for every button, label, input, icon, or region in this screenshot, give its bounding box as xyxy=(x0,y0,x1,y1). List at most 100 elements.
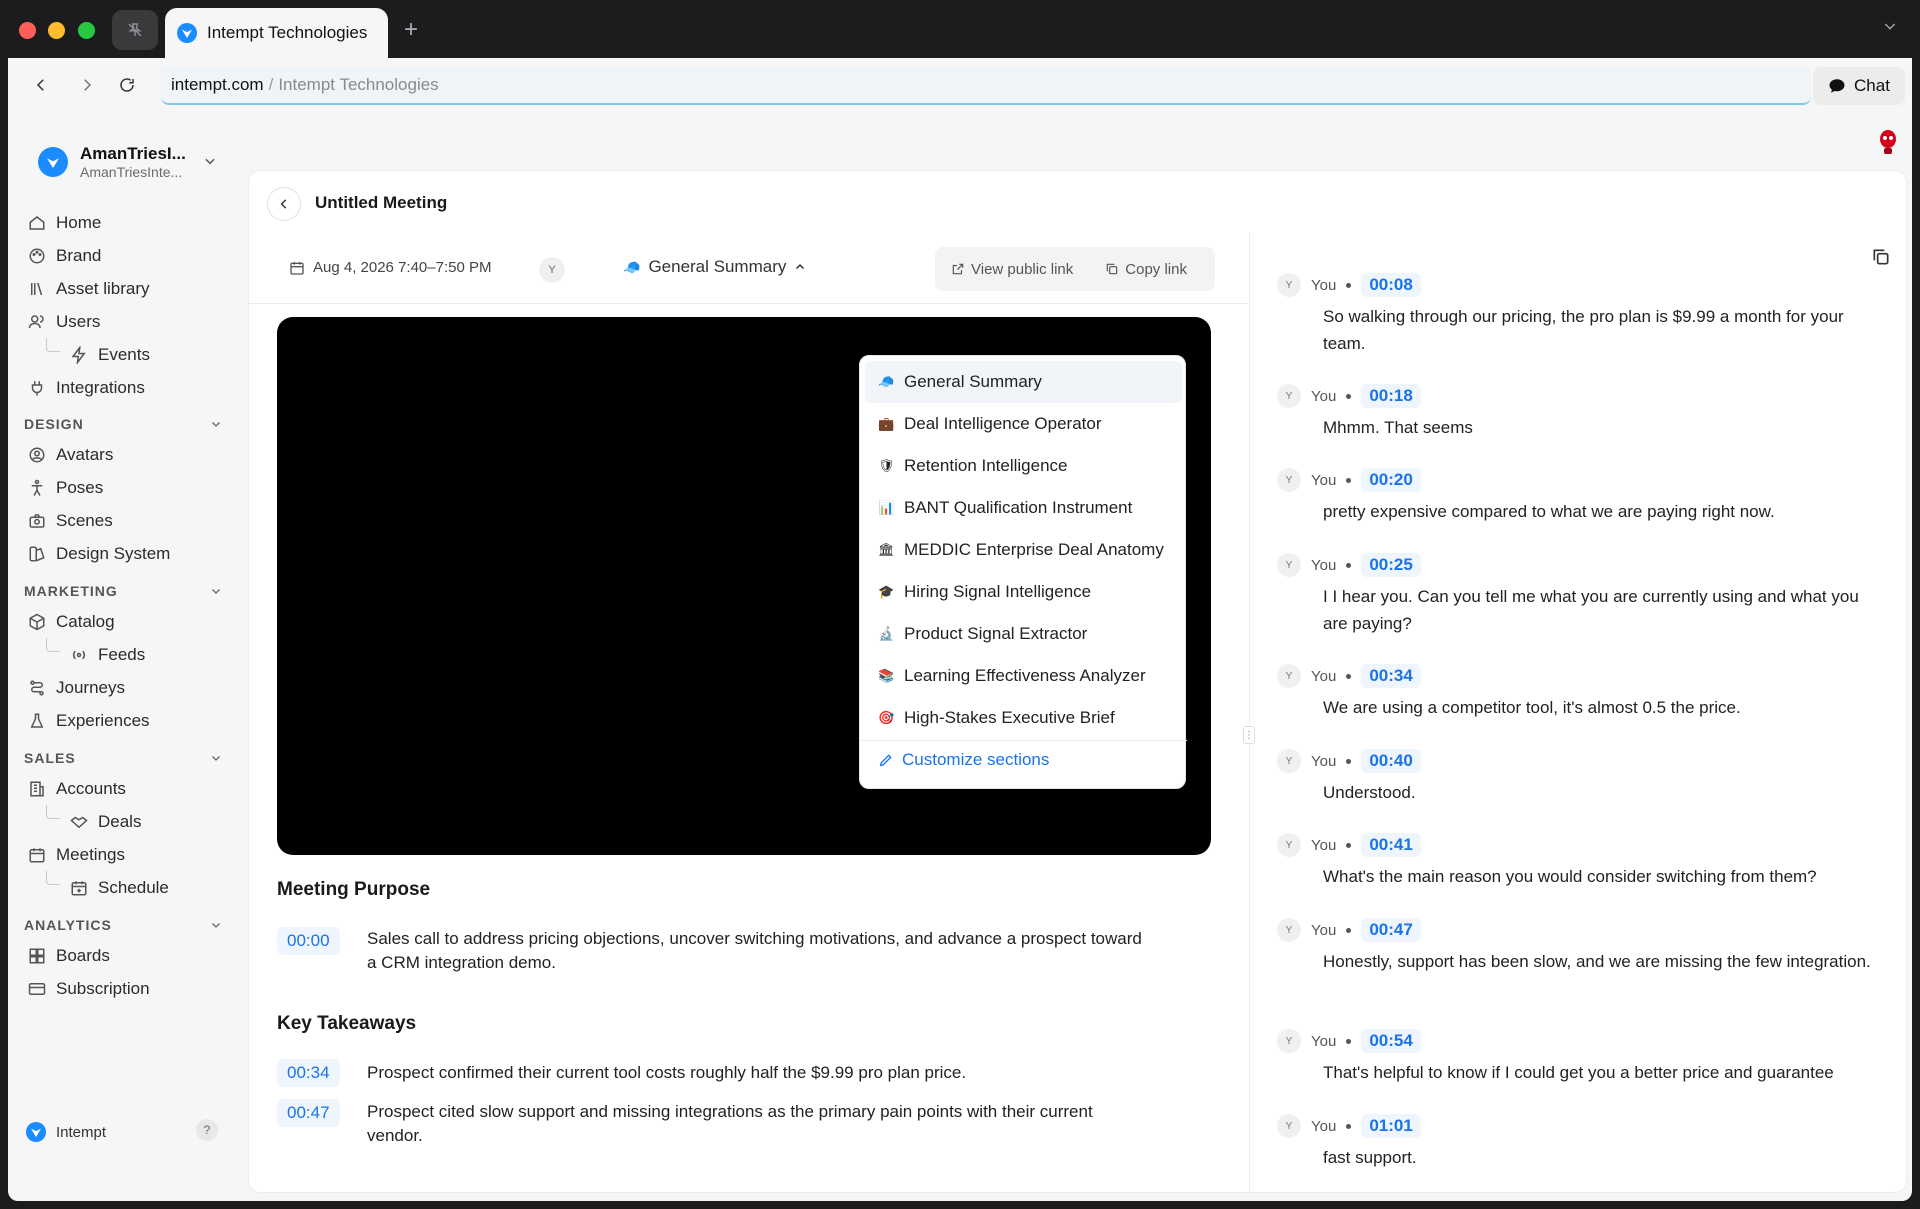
forward-button[interactable] xyxy=(74,72,100,98)
transcript-entry: Y You 00:41 What's the main reason you wou… xyxy=(1277,831,1887,890)
view-public-link-button[interactable]: View public link xyxy=(935,261,1089,278)
flask-icon xyxy=(30,713,44,728)
chat-label: Chat xyxy=(1854,76,1890,95)
section-sales-label[interactable]: SALES xyxy=(24,750,76,770)
transcript-timestamp[interactable]: 00:08 xyxy=(1361,273,1421,297)
menu-item-label: High-Stakes Executive Brief xyxy=(904,708,1115,727)
sidebar-item-label: Meetings xyxy=(56,845,125,864)
sidebar-item-boards[interactable]: Boards xyxy=(28,941,110,971)
speaker-avatar: Y xyxy=(1277,749,1301,773)
menu-item-general-summary[interactable]: 🧢 General Summary xyxy=(865,361,1182,403)
back-to-meetings-button[interactable] xyxy=(267,187,301,221)
sidebar-item-home[interactable]: Home xyxy=(28,208,101,238)
sidebar-item-brand[interactable]: Brand xyxy=(28,241,101,271)
back-button[interactable] xyxy=(28,72,54,98)
panel-divider xyxy=(1249,233,1250,1192)
menu-item-label: Product Signal Extractor xyxy=(904,624,1088,643)
browser-tab-active[interactable]: Intempt Technologies xyxy=(165,8,388,58)
chevron-down-icon[interactable] xyxy=(210,752,222,764)
sidebar-item-poses[interactable]: Poses xyxy=(28,473,103,503)
sidebar-item-deals[interactable]: Deals xyxy=(70,807,141,837)
customize-sections-button[interactable]: Customize sections xyxy=(878,750,1049,770)
tab-list-button[interactable] xyxy=(1882,18,1898,39)
copy-transcript-button[interactable] xyxy=(1871,247,1891,272)
chevron-right-icon xyxy=(84,79,92,91)
intempt-logo-icon xyxy=(177,23,197,43)
transcript-timestamp[interactable]: 00:54 xyxy=(1361,1029,1421,1053)
new-tab-button[interactable]: + xyxy=(404,16,418,44)
transcript-timestamp[interactable]: 00:25 xyxy=(1361,553,1421,577)
transcript-timestamp[interactable]: 01:01 xyxy=(1361,1114,1421,1138)
menu-item-emoji: 🛡 xyxy=(878,458,895,473)
menu-item-retention-intelligence[interactable]: 🛡 Retention Intelligence xyxy=(865,445,1182,487)
sidebar-item-accounts[interactable]: Accounts xyxy=(28,774,126,804)
chevron-down-icon[interactable] xyxy=(210,418,222,430)
transcript-timestamp[interactable]: 00:41 xyxy=(1361,833,1421,857)
menu-item-hiring-signal[interactable]: 🎓 Hiring Signal Intelligence xyxy=(865,571,1182,613)
sidebar-item-design-system[interactable]: Design System xyxy=(28,539,170,569)
chevron-down-icon[interactable] xyxy=(210,919,222,931)
menu-item-learning-effectiveness[interactable]: 📚 Learning Effectiveness Analyzer xyxy=(865,655,1182,697)
minimize-window-button[interactable] xyxy=(48,22,65,39)
sidebar-item-events[interactable]: Events xyxy=(70,340,150,370)
section-marketing-label[interactable]: MARKETING xyxy=(24,583,118,603)
transcript-timestamp[interactable]: 00:47 xyxy=(1361,918,1421,942)
sidebar-item-avatars[interactable]: Avatars xyxy=(28,440,113,470)
resize-handle[interactable]: ⋮ xyxy=(1243,726,1255,744)
menu-item-meddic[interactable]: 🏛 MEDDIC Enterprise Deal Anatomy xyxy=(865,529,1182,571)
pin-tab-button[interactable] xyxy=(112,10,158,50)
transcript-timestamp[interactable]: 00:40 xyxy=(1361,749,1421,773)
sidebar-item-schedule[interactable]: Schedule xyxy=(70,873,169,903)
sidebar-item-scenes[interactable]: Scenes xyxy=(28,506,113,536)
timestamp-link[interactable]: 00:34 xyxy=(277,1059,340,1087)
pin-icon xyxy=(128,23,142,37)
sidebar-item-meetings[interactable]: Meetings xyxy=(28,840,125,870)
menu-item-executive-brief[interactable]: 🎯 High-Stakes Executive Brief xyxy=(865,697,1182,739)
chevron-down-icon[interactable] xyxy=(210,585,222,597)
separator-dot xyxy=(1346,282,1352,288)
sidebar-item-label: Deals xyxy=(98,812,142,831)
section-analytics-label[interactable]: ANALYTICS xyxy=(24,917,112,937)
attendee-avatar[interactable]: Y xyxy=(539,257,565,283)
summary-template-select[interactable]: 🧢 General Summary xyxy=(623,257,806,277)
sidebar-item-users[interactable]: Users xyxy=(28,307,100,337)
menu-item-deal-intelligence[interactable]: 💼 Deal Intelligence Operator xyxy=(865,403,1182,445)
menu-item-bant[interactable]: 📊 BANT Qualification Instrument xyxy=(865,487,1182,529)
summary-emoji: 🧢 xyxy=(623,258,641,275)
sidebar-item-feeds[interactable]: Feeds xyxy=(70,640,145,670)
section-design-label[interactable]: DESIGN xyxy=(24,416,84,436)
url-field[interactable]: intempt.com / Intempt Technologies xyxy=(161,67,1811,105)
sidebar-item-asset-library[interactable]: Asset library xyxy=(28,274,150,304)
menu-item-product-signal[interactable]: 🔬 Product Signal Extractor xyxy=(865,613,1182,655)
close-window-button[interactable] xyxy=(19,22,36,39)
sidebar-item-experiences[interactable]: Experiences xyxy=(28,706,150,736)
meeting-panel: Untitled Meeting Aug 4, 2026 7:40–7:50 P… xyxy=(248,170,1907,1193)
menu-item-emoji: 🏛 xyxy=(878,542,895,557)
transcript-timestamp[interactable]: 00:20 xyxy=(1361,468,1421,492)
user-avatar[interactable] xyxy=(1876,128,1900,156)
sidebar-item-integrations[interactable]: Integrations xyxy=(28,373,145,403)
sidebar-item-subscription[interactable]: Subscription xyxy=(28,974,150,1004)
speaker-name: You xyxy=(1311,921,1337,939)
transcript-timestamp[interactable]: 00:34 xyxy=(1361,664,1421,688)
help-button[interactable]: ? xyxy=(196,1119,218,1141)
maximize-window-button[interactable] xyxy=(78,22,95,39)
workspace-switcher[interactable]: AmanTriesI... AmanTriesInte... xyxy=(38,140,238,184)
route-icon xyxy=(30,680,44,696)
menu-item-label: General Summary xyxy=(904,372,1042,391)
reload-button[interactable] xyxy=(114,72,140,98)
header-divider xyxy=(249,303,1249,304)
sidebar-item-catalog[interactable]: Catalog xyxy=(28,607,115,637)
transcript-entry: Y You 00:54 That's helpful to know if I co… xyxy=(1277,1027,1887,1086)
copy-link-button[interactable]: Copy link xyxy=(1089,261,1203,278)
timestamp-link[interactable]: 00:47 xyxy=(277,1099,340,1127)
timestamp-link[interactable]: 00:00 xyxy=(277,927,340,955)
sidebar-item-journeys[interactable]: Journeys xyxy=(28,673,125,703)
speaker-avatar: Y xyxy=(1277,664,1301,688)
transcript-text: Honestly, support has been slow, and we … xyxy=(1323,952,1871,971)
camera-icon xyxy=(29,514,45,528)
speaker-name: You xyxy=(1311,276,1337,294)
chat-button[interactable]: Chat xyxy=(1813,67,1905,105)
meeting-date-text: Aug 4, 2026 7:40–7:50 PM xyxy=(313,259,492,276)
transcript-timestamp[interactable]: 00:18 xyxy=(1361,384,1421,408)
